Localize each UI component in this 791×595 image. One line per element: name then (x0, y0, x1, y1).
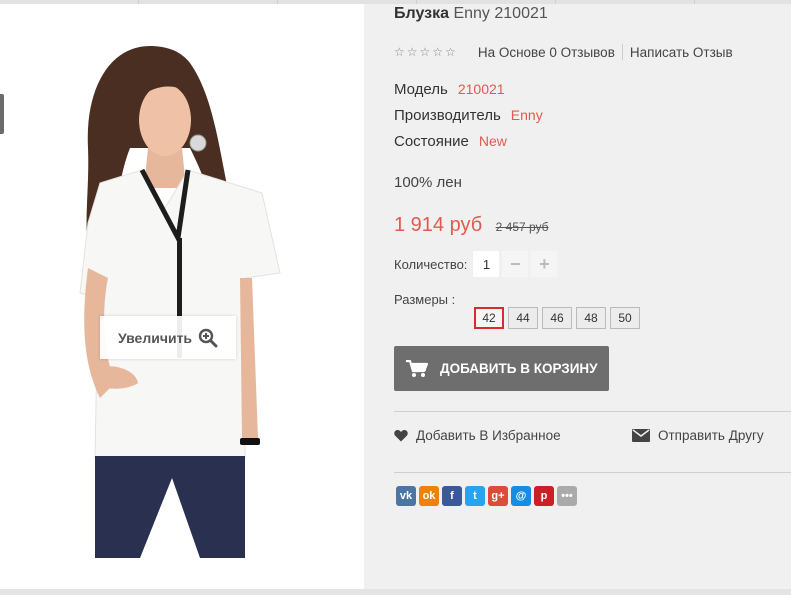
product-image-panel[interactable]: Увеличить (0, 4, 364, 589)
wishlist-label: Добавить В Избранное (416, 428, 561, 443)
size-option[interactable]: 48 (576, 307, 606, 329)
size-option-selected[interactable]: 42 (474, 307, 504, 329)
top-border-divider (416, 0, 417, 4)
add-to-cart-button[interactable]: ДОБАВИТЬ В КОРЗИНУ (394, 346, 609, 391)
zoom-label: Увеличить (117, 329, 193, 346)
size-option[interactable]: 46 (542, 307, 572, 329)
price-old: 2 457 руб (495, 220, 549, 234)
cart-icon (406, 359, 428, 377)
size-option[interactable]: 50 (610, 307, 640, 329)
google-plus-icon[interactable]: g+ (488, 486, 508, 506)
spec-value: 210021 (457, 81, 505, 97)
pinterest-icon[interactable]: p (534, 486, 554, 506)
heart-icon (394, 429, 408, 442)
star-icon: ☆ (432, 45, 444, 59)
plus-icon: + (539, 253, 550, 274)
size-option[interactable]: 44 (508, 307, 538, 329)
twitter-icon[interactable]: t (465, 486, 485, 506)
spec-brand: Производитель Enny (394, 107, 543, 124)
rating-stars: ☆ ☆ ☆ ☆ ☆ (394, 46, 456, 58)
product-title: Блузка Enny 210021 (394, 5, 548, 23)
vk-icon[interactable]: vk (396, 486, 416, 506)
size-options: 42 44 46 48 50 (474, 307, 640, 329)
zoom-button[interactable]: Увеличить (100, 316, 236, 359)
product-description: 100% лен (394, 174, 462, 191)
facebook-icon[interactable]: f (442, 486, 462, 506)
spec-label: Производитель (394, 107, 501, 124)
send-friend-link[interactable]: Отправить Другу (632, 428, 764, 443)
divider (621, 44, 623, 60)
quantity-input[interactable]: 1 (473, 251, 500, 277)
divider (394, 472, 791, 473)
spec-value: New (478, 133, 507, 149)
spec-condition: Состояние New (394, 133, 507, 150)
top-border-divider (694, 0, 695, 4)
divider (394, 411, 791, 412)
product-photo[interactable] (40, 38, 300, 558)
minus-icon: − (510, 253, 521, 274)
odnoklassniki-icon[interactable]: ok (419, 486, 439, 506)
product-title-detail: Enny 210021 (453, 5, 548, 22)
star-icon: ☆ (406, 45, 418, 59)
more-icon[interactable]: ••• (557, 486, 577, 506)
star-icon: ☆ (445, 45, 456, 59)
quantity-row: Количество: 1 − + (394, 251, 558, 277)
send-friend-label: Отправить Другу (658, 428, 764, 443)
rating-row: ☆ ☆ ☆ ☆ ☆ На Основе 0 Отзывов Написать О… (394, 44, 733, 60)
social-share-bar: vk ok f t g+ @ p ••• (396, 486, 577, 506)
spec-model: Модель 210021 (394, 81, 505, 98)
spec-label: Состояние (394, 133, 469, 150)
quantity-label: Количество: (394, 256, 468, 272)
carousel-prev-tab[interactable] (0, 94, 4, 134)
quantity-increase-button[interactable]: + (531, 251, 558, 277)
reviews-link[interactable]: На Основе 0 Отзывов (478, 45, 615, 60)
star-icon: ☆ (394, 45, 405, 59)
wishlist-link[interactable]: Добавить В Избранное (394, 428, 561, 443)
add-to-cart-label: ДОБАВИТЬ В КОРЗИНУ (440, 361, 598, 376)
brand-link[interactable]: Enny (511, 107, 543, 123)
star-icon: ☆ (419, 45, 431, 59)
sizes-label: Размеры : (394, 292, 456, 307)
spec-label: Модель (394, 81, 448, 98)
envelope-icon (632, 429, 650, 442)
write-review-link[interactable]: Написать Отзыв (630, 45, 733, 60)
mailru-icon[interactable]: @ (511, 486, 531, 506)
price-current: 1 914 руб (394, 214, 483, 236)
product-title-name: Блузка (394, 5, 449, 22)
price-block: 1 914 руб 2 457 руб (394, 214, 549, 237)
bottom-border (0, 589, 791, 595)
zoom-in-icon (198, 328, 218, 347)
quantity-decrease-button[interactable]: − (502, 251, 529, 277)
top-border-divider (555, 0, 556, 4)
